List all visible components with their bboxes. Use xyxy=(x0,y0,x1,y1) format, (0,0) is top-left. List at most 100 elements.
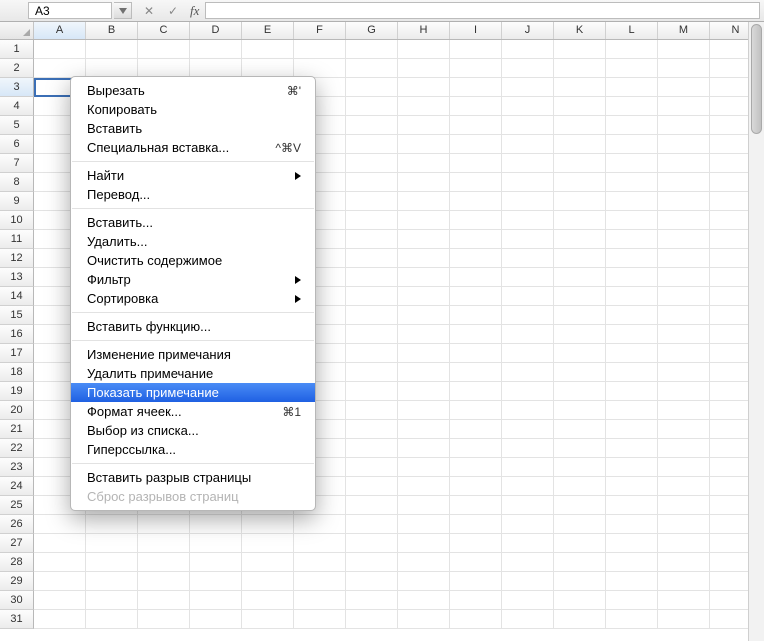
menu-item[interactable]: Специальная вставка...^⌘V xyxy=(71,138,315,157)
cell[interactable] xyxy=(398,401,450,420)
cell[interactable] xyxy=(138,553,190,572)
cell[interactable] xyxy=(398,534,450,553)
cell[interactable] xyxy=(658,173,710,192)
cell[interactable] xyxy=(346,401,398,420)
cell[interactable] xyxy=(398,154,450,173)
cell[interactable] xyxy=(606,515,658,534)
menu-item[interactable]: Показать примечание xyxy=(71,383,315,402)
cell[interactable] xyxy=(606,287,658,306)
row-header[interactable]: 26 xyxy=(0,515,34,534)
column-header[interactable]: J xyxy=(502,22,554,39)
cell[interactable] xyxy=(346,154,398,173)
cell[interactable] xyxy=(138,40,190,59)
row-header[interactable]: 1 xyxy=(0,40,34,59)
cell[interactable] xyxy=(502,496,554,515)
row-header[interactable]: 8 xyxy=(0,173,34,192)
cell[interactable] xyxy=(502,287,554,306)
cell[interactable] xyxy=(502,534,554,553)
cell[interactable] xyxy=(658,591,710,610)
cell[interactable] xyxy=(658,78,710,97)
cell[interactable] xyxy=(346,249,398,268)
cell[interactable] xyxy=(190,515,242,534)
column-header[interactable]: M xyxy=(658,22,710,39)
cell[interactable] xyxy=(658,192,710,211)
menu-item[interactable]: Вставить разрыв страницы xyxy=(71,468,315,487)
row-header[interactable]: 23 xyxy=(0,458,34,477)
cell[interactable] xyxy=(346,439,398,458)
cell[interactable] xyxy=(398,306,450,325)
cell[interactable] xyxy=(398,610,450,629)
cell[interactable] xyxy=(346,477,398,496)
cell[interactable] xyxy=(346,344,398,363)
column-header[interactable]: I xyxy=(450,22,502,39)
row-header[interactable]: 6 xyxy=(0,135,34,154)
row-header[interactable]: 5 xyxy=(0,116,34,135)
column-header[interactable]: D xyxy=(190,22,242,39)
cell[interactable] xyxy=(606,268,658,287)
formula-input[interactable] xyxy=(205,2,760,19)
cell-reference-dropdown[interactable] xyxy=(114,2,132,19)
cell[interactable] xyxy=(606,363,658,382)
row-header[interactable]: 16 xyxy=(0,325,34,344)
cell[interactable] xyxy=(398,230,450,249)
menu-item[interactable]: Выбор из списка... xyxy=(71,421,315,440)
cell[interactable] xyxy=(346,553,398,572)
cell[interactable] xyxy=(450,116,502,135)
cell[interactable] xyxy=(398,363,450,382)
cell[interactable] xyxy=(502,135,554,154)
cell[interactable] xyxy=(502,154,554,173)
row-header[interactable]: 24 xyxy=(0,477,34,496)
row-header[interactable]: 15 xyxy=(0,306,34,325)
cell[interactable] xyxy=(450,154,502,173)
cell[interactable] xyxy=(398,268,450,287)
cell[interactable] xyxy=(242,553,294,572)
cell[interactable] xyxy=(346,97,398,116)
menu-item[interactable]: Очистить содержимое xyxy=(71,251,315,270)
cell[interactable] xyxy=(450,192,502,211)
cell[interactable] xyxy=(502,97,554,116)
row-header[interactable]: 3 xyxy=(0,78,34,97)
cell[interactable] xyxy=(658,363,710,382)
column-header[interactable]: H xyxy=(398,22,450,39)
cell[interactable] xyxy=(658,572,710,591)
cell[interactable] xyxy=(554,59,606,78)
cell[interactable] xyxy=(346,116,398,135)
cell[interactable] xyxy=(502,192,554,211)
cell[interactable] xyxy=(450,344,502,363)
cell[interactable] xyxy=(398,211,450,230)
cell[interactable] xyxy=(658,97,710,116)
cell[interactable] xyxy=(658,610,710,629)
cell[interactable] xyxy=(554,363,606,382)
cell[interactable] xyxy=(190,572,242,591)
cell[interactable] xyxy=(34,610,86,629)
menu-item[interactable]: Вставить... xyxy=(71,213,315,232)
cell[interactable] xyxy=(346,306,398,325)
cell[interactable] xyxy=(606,97,658,116)
cell[interactable] xyxy=(658,325,710,344)
cell[interactable] xyxy=(450,458,502,477)
cell[interactable] xyxy=(554,249,606,268)
cell[interactable] xyxy=(450,496,502,515)
cell[interactable] xyxy=(190,553,242,572)
cell[interactable] xyxy=(346,591,398,610)
cell[interactable] xyxy=(502,268,554,287)
cell[interactable] xyxy=(346,363,398,382)
cell[interactable] xyxy=(398,591,450,610)
cell[interactable] xyxy=(346,420,398,439)
cell[interactable] xyxy=(398,173,450,192)
cell[interactable] xyxy=(450,211,502,230)
cell[interactable] xyxy=(398,496,450,515)
column-header[interactable]: G xyxy=(346,22,398,39)
column-header[interactable]: B xyxy=(86,22,138,39)
menu-item[interactable]: Копировать xyxy=(71,100,315,119)
menu-item[interactable]: Удалить примечание xyxy=(71,364,315,383)
cell[interactable] xyxy=(658,154,710,173)
cell[interactable] xyxy=(658,515,710,534)
menu-item[interactable]: Гиперссылка... xyxy=(71,440,315,459)
column-header[interactable]: A xyxy=(34,22,86,39)
cell[interactable] xyxy=(658,230,710,249)
cell[interactable] xyxy=(554,477,606,496)
row-header[interactable]: 4 xyxy=(0,97,34,116)
row-header[interactable]: 7 xyxy=(0,154,34,173)
column-header[interactable]: E xyxy=(242,22,294,39)
